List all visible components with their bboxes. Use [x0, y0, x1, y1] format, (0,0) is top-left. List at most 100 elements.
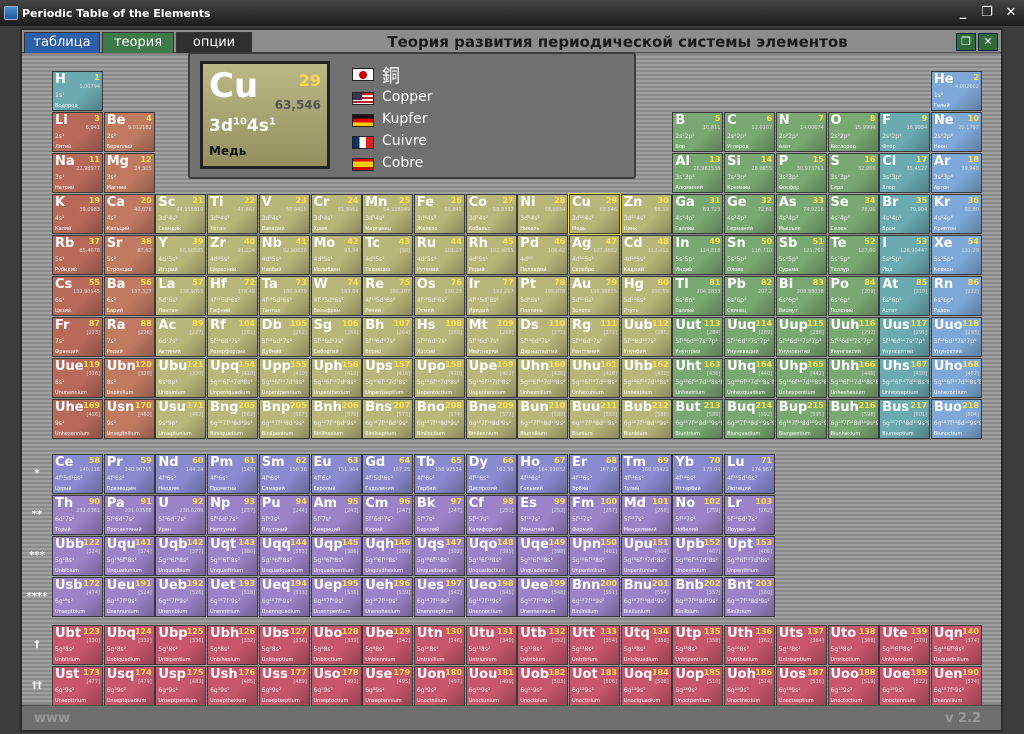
element-cell-uht[interactable]: Uht163[436]5g¹⁸6f¹⁴7d¹⁰8s²8p¹Unhextrium	[672, 358, 724, 398]
element-cell-sn[interactable]: Sn 50 118,710 5s²5p² Олово	[724, 235, 776, 275]
element-cell-ust[interactable]: Ust 173 [477] 6g²9s² Unsepttrium	[52, 666, 103, 706]
close-button[interactable]: ✕	[1001, 4, 1021, 22]
element-cell-uuh[interactable]: Uuh 116 [292] 5f¹⁴6d¹⁰7s²7p⁴ Унунгексий	[827, 317, 879, 357]
element-cell-cm[interactable]: Cm 96 [247] 5f⁷6d¹7s² Кюрий	[362, 495, 414, 535]
element-cell-rg[interactable]: Rg 111 [272] 5f¹⁴6d⁹7s² Рентгений	[569, 317, 620, 357]
element-cell-ubp[interactable]: Ubp 125 [336] 5g⁵8s² Unbipentium	[155, 625, 207, 665]
element-cell-sb[interactable]: Sb 51 121,760 5s²5p³ Сурьма	[775, 235, 827, 275]
element-cell-bno[interactable]: Bno 208 [574] 6g¹⁸7f¹⁴8d⁸9s² Biniloctium	[413, 399, 465, 439]
element-cell-ueh[interactable]: Ueh 196 [539] 6g¹⁸7f¹⁰9s² Unennhexium	[362, 577, 414, 617]
element-cell-uue[interactable]: Uue 119 [316] 8s¹ Ununennium	[52, 358, 103, 398]
element-cell-pa[interactable]: Pa 91 231,03588 5f²6d¹7s² Протактиний	[103, 495, 155, 535]
element-cell-dy[interactable]: Dy 66 162,50 4f¹⁰6s² Диспрозий	[465, 454, 517, 494]
element-cell-kr[interactable]: Kr 36 83,80 4s²4p⁶ Криптон	[930, 194, 982, 234]
element-cell-no[interactable]: No 102 [259] 5f¹⁴7s² Нобелий	[672, 495, 724, 535]
element-cell-uqt[interactable]: Uqt 143 [380] 5g¹⁸6f⁷8s² Unquadtrium	[207, 536, 259, 576]
element-cell-uph[interactable]: Uph 156 [412] 5g¹⁸6f¹⁴7d⁶8s² Unpenthexium	[310, 358, 362, 398]
element-cell-xe[interactable]: Xe 54 131,29 5s²5p⁶ Ксенон	[930, 235, 982, 275]
element-cell-k[interactable]: K 19 39,0983 4s¹ Калий	[52, 194, 103, 234]
element-cell-usu[interactable]: Usu 171 [462] 9s²9p¹ Unseptunium	[155, 399, 207, 439]
element-cell-fr[interactable]: Fr 87 [223] 7s¹ Франций	[52, 317, 103, 357]
element-cell-uhq[interactable]: Uhq164[440]5g¹⁸6f¹⁴7d¹⁰8s²8p²Unhexquadiu…	[724, 358, 776, 398]
tab-theory[interactable]: теория	[102, 32, 174, 53]
element-cell-bne[interactable]: Bne 209 [577] 6g¹⁸7f¹⁴8d⁹9s² Binilennium	[465, 399, 517, 439]
element-cell-h[interactable]: H 1 1,00794 1s¹ Водород	[52, 71, 103, 111]
element-cell-bnn[interactable]: Bnn 200 [551] 6g¹⁸7f¹⁴9s² Binilnilium	[569, 577, 620, 617]
element-cell-bnp[interactable]: Bnp 205 [567] 6g¹⁸7f¹⁴8d⁵9s² Binilpentium	[258, 399, 310, 439]
element-cell-uot[interactable]: Uot 183 [506] 6g¹²9s² Unocttrium	[569, 666, 620, 706]
element-cell-na[interactable]: Na 11 22,98977 3s¹ Натрий	[52, 153, 103, 193]
element-cell-au[interactable]: Au 79 196,96655 5d¹⁰6s¹ Золото	[569, 276, 620, 316]
element-cell-v[interactable]: V 23 50,9415 3d³4s² Ванадий	[258, 194, 310, 234]
element-cell-bng[interactable]: Bng 205 [562] 6g¹⁸7f¹⁴8d⁴9s² Binilquadium	[207, 399, 259, 439]
element-cell-uhb[interactable]: Uhb 162 [432] 5g¹⁸6f¹⁴7d¹⁰8s² Unhexbium	[620, 358, 672, 398]
element-cell-sc[interactable]: Sc 21 44,955910 3d¹4s² Скандий	[155, 194, 207, 234]
element-cell-uen[interactable]: Uen 190 [524] 6g¹⁸7f¹9s² Unennilium	[930, 666, 982, 706]
element-cell-rb[interactable]: Rb 37 85,4678 5s¹ Рубидий	[52, 235, 103, 275]
element-cell-te[interactable]: Te 52 127,60 5s²5p⁴ Теллур	[827, 235, 879, 275]
element-cell-bnt[interactable]: Bnt 203 [560] 6g¹⁸7f¹⁴8d³9s² Biniltrium	[724, 577, 776, 617]
element-cell-utt[interactable]: Utt 133 [354] 5g¹³8s² Untritrium	[569, 625, 620, 665]
element-cell-yb[interactable]: Yb 70 173,04 4f¹⁴6s² Иттербий	[672, 454, 724, 494]
element-cell-nb[interactable]: Nb 41 92,90638 4d⁴5s¹ Ниобий	[258, 235, 310, 275]
element-cell-bub[interactable]: Bub 212 [586] 6g¹⁸7f¹⁴8d¹⁰9s² Biunbium	[620, 399, 672, 439]
element-cell-hs[interactable]: Hs 108 [269] 5f¹⁴6d⁶7s² Хассий	[413, 317, 465, 357]
element-cell-zr[interactable]: Zr 40 91,224 4d²5s² Цирконий	[207, 235, 259, 275]
element-cell-buh[interactable]: Buh216[598]6g¹⁸7f¹⁴8d¹⁰9s²9p⁴Biunhexium	[827, 399, 879, 439]
element-cell-tl[interactable]: Tl 81 204,3833 6s²6p¹ Таллий	[672, 276, 724, 316]
element-cell-rh[interactable]: Rh 45 102,9055 4d⁸5s¹ Родий	[465, 235, 517, 275]
element-cell-buq[interactable]: Buq214[592]6g¹⁸7f¹⁴8d¹⁰9s²9p²Biunquadium	[724, 399, 776, 439]
element-cell-ne[interactable]: Ne 10 20,1797 2s²2p⁶ Неон	[930, 112, 982, 152]
element-cell-b[interactable]: B 5 10,811 2s²2p¹ Бор	[672, 112, 724, 152]
restore-panel-button[interactable]: ❐	[956, 33, 976, 51]
element-cell-u[interactable]: U 92 238,0289 5f³6d¹7s² Уран	[155, 495, 207, 535]
element-cell-ubu[interactable]: Ubu 121 [320] 8s²8p¹ Unbiunium	[155, 358, 207, 398]
element-cell-uos[interactable]: Uos 187 [516] 6g¹⁶9s² Unoctseptium	[775, 666, 827, 706]
element-cell-cs[interactable]: Cs 55 132,90545 6s¹ Цезий	[52, 276, 103, 316]
website-link[interactable]: www	[34, 711, 70, 726]
element-cell-he[interactable]: He 2 4,002602 1s² Гелий	[930, 71, 982, 111]
element-cell-ubq[interactable]: Ubq 124 [332] 5g⁴8s² Unbiquadium	[103, 625, 155, 665]
element-cell-th[interactable]: Th 90 232,0381 6d²7s² Торий	[52, 495, 103, 535]
element-cell-uou[interactable]: Uou 181 [499] 6g¹⁰9s² Unoctunium	[465, 666, 517, 706]
element-cell-uqo[interactable]: Uqo 148 [395] 5g¹⁸6f¹²8s² Unquadoctium	[465, 536, 517, 576]
element-cell-ueu[interactable]: Ueu 191 [524] 6g¹⁸7f⁵9s² Unennunium	[103, 577, 155, 617]
element-cell-uqn[interactable]: Uqn 140 [374] 5g¹⁸6f³8s² Unquadnilium	[930, 625, 982, 665]
element-cell-ca[interactable]: Ca 20 40,078 4s² Кальций	[103, 194, 155, 234]
element-cell-sr[interactable]: Sr 38 87,62 5s² Стронций	[103, 235, 155, 275]
element-cell-bns[interactable]: Bns 207 [573] 6g¹⁸7f¹⁴8d⁷9s² Binilseptium	[362, 399, 414, 439]
element-cell-ag[interactable]: Ag 47 107,8682 4d¹⁰5s¹ Серебро	[569, 235, 620, 275]
element-cell-uhn[interactable]: Uhn 160 [426] 5g¹⁸6f¹⁴7d¹⁰8s² Unhexnilium	[517, 358, 569, 398]
element-cell-mt[interactable]: Mt 109 [268] 5f¹⁴6d⁷7s² Мейтнерий	[465, 317, 517, 357]
element-cell-uut[interactable]: Uut 113 [284] 5f¹⁴6d¹⁰7s²7p¹ Унунтрий	[672, 317, 724, 357]
element-cell-se[interactable]: Se 34 78,96 4s²4p⁴ Селен	[827, 194, 879, 234]
tab-table[interactable]: таблица	[24, 32, 100, 53]
element-cell-uth[interactable]: Uth 136 [362] 5g¹⁶8s² Untrihexium	[724, 625, 776, 665]
element-cell-w[interactable]: W 74 183,84 4f¹⁴5d⁴6s² Вольфрам	[310, 276, 362, 316]
element-cell-ues[interactable]: Ues 197 [542] 6g¹⁸7f¹¹9s² Unennseptium	[413, 577, 465, 617]
element-cell-hf[interactable]: Hf 72 178,49 4f¹⁴5d²6s² Гафний	[207, 276, 259, 316]
element-cell-upt[interactable]: Upt 153 [406] 5g¹⁸6f¹⁴7d³8s² Unpenttrium	[724, 536, 776, 576]
element-cell-in[interactable]: In 49 114,818 5s²5p¹ Индий	[672, 235, 724, 275]
element-cell-n[interactable]: N 7 14,00674 2s²2p³ Азот	[775, 112, 827, 152]
element-cell-uhe[interactable]: Uhe 169 [456] 9s¹ Unhexennium	[52, 399, 103, 439]
element-cell-nd[interactable]: Nd 60 144,24 4f⁴6s² Неодим	[155, 454, 207, 494]
element-cell-co[interactable]: Co 27 58,9332 3d⁷4s² Кобальт	[465, 194, 517, 234]
element-cell-bi[interactable]: Bi 83 208,98038 6s²6p³ Висмут	[775, 276, 827, 316]
element-cell-uqh[interactable]: Uqh 146 [389] 5g¹⁸6f¹⁰8s² Unquadhexium	[362, 536, 414, 576]
element-cell-sm[interactable]: Sm 62 150,36 4f⁶6s² Самарий	[258, 454, 310, 494]
element-cell-usp[interactable]: Usp 175 [483] 6g⁴9s² Unseptpentium	[155, 666, 207, 706]
element-cell-db[interactable]: Db 105 [262] 5f¹⁴6d³7s² Дубний	[258, 317, 310, 357]
close-panel-button[interactable]: ✕	[978, 33, 998, 51]
element-cell-bnb[interactable]: Bnb 202 [557] 6g¹⁸7f¹⁴8d²9s² Binilbium	[672, 577, 724, 617]
minimize-button[interactable]: _	[953, 4, 973, 22]
element-cell-uqs[interactable]: Uqs 147 [392] 5g¹⁸6f¹¹8s² Unquadseptium	[413, 536, 465, 576]
element-cell-ute[interactable]: Ute 139 [370] 5g¹⁸6f²8s² Untriennium	[879, 625, 931, 665]
element-cell-upb[interactable]: Upb 152 [407] 5g¹⁸6f¹⁴7d²8s² Unpentbium	[672, 536, 724, 576]
element-cell-upu[interactable]: Upu 151 [404] 5g¹⁸6f¹⁴7d¹8s² Unpentunium	[620, 536, 672, 576]
element-cell-uto[interactable]: Uto 138 [368] 5g¹⁸8s² Untrioctium	[827, 625, 879, 665]
element-cell-usb[interactable]: Usb 172 [474] 6g¹⁹s² Unseptbium	[52, 577, 103, 617]
element-cell-uhu[interactable]: Uhu 161 [428] 5g¹⁸6f¹⁴7d¹⁰8s² Unhexunium	[569, 358, 620, 398]
element-cell-la[interactable]: La 57 138,9055 5d¹6s² Лантан	[155, 276, 207, 316]
element-cell-ush[interactable]: Ush 176 [485] 6g⁵9s² Unsepthexium	[207, 666, 259, 706]
